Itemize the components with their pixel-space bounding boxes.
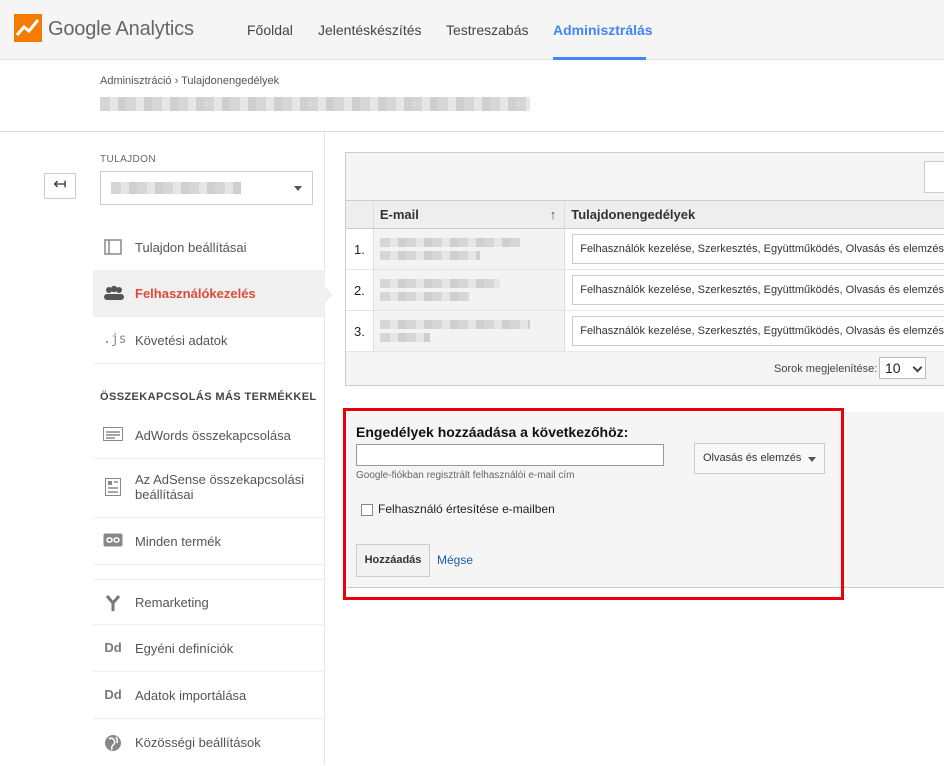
dd-icon: Dd — [104, 687, 122, 702]
adwords-icon — [103, 427, 123, 445]
email-hint: Google-fiókban regisztrált felhasználói … — [356, 470, 575, 481]
top-bar: Google Analytics Főoldal Jelentéskészíté… — [0, 0, 944, 60]
page-header: Adminisztráció › Tulajdonengedélyek — [0, 61, 944, 132]
sidebar-item-label: Adatok importálása — [135, 688, 247, 703]
adsense-icon — [103, 478, 123, 496]
cancel-link[interactable]: Mégse — [437, 553, 473, 567]
sidebar-item-property-settings[interactable]: Tulajdon beállításai — [93, 225, 325, 271]
redacted-email — [379, 320, 530, 329]
nav-adminisztralas[interactable]: Adminisztrálás — [553, 0, 653, 60]
property-section-label: TULAJDON — [100, 154, 156, 165]
sidebar-item-label: Követési adatok — [135, 333, 228, 348]
link-icon — [103, 533, 123, 551]
row-number: 2. — [346, 269, 374, 311]
permission-level-select[interactable]: Olvasás és elemzés — [694, 443, 825, 474]
column-header-number — [346, 200, 374, 229]
chevron-down-icon — [912, 362, 923, 373]
notify-user-label[interactable]: Felhasználó értesítése e-mailben — [378, 502, 555, 516]
breadcrumb[interactable]: Adminisztráció › Tulajdonengedélyek — [100, 75, 279, 87]
rows-per-page-select[interactable]: 10 — [879, 357, 926, 379]
sidebar-item-user-management[interactable]: Felhasználókezelés — [93, 271, 333, 317]
rows-per-page-value: 10 — [885, 360, 901, 376]
sidebar-item-adwords[interactable]: AdWords összekapcsolása — [93, 413, 325, 459]
brand-name[interactable]: Google Analytics — [48, 18, 194, 41]
dd-icon: Dd — [104, 640, 122, 655]
redacted-email — [379, 251, 480, 260]
permission-level-value: Olvasás és elemzés — [703, 452, 802, 464]
sidebar-item-social-settings[interactable]: Közösségi beállítások — [93, 720, 325, 766]
add-button[interactable]: Hozzáadás — [356, 544, 430, 577]
redacted-email-cell — [372, 310, 566, 352]
table-header-row: E-mail ↑ Tulajdonengedélyek — [346, 200, 944, 229]
search-input[interactable] — [924, 161, 944, 193]
nav-fooldal[interactable]: Főoldal — [247, 0, 293, 60]
redacted-email-cell — [372, 269, 566, 311]
sidebar-item-label: Felhasználókezelés — [135, 286, 256, 301]
sidebar-item-custom-definitions[interactable]: Dd Egyéni definíciók — [93, 626, 325, 672]
globe-icon — [103, 734, 123, 752]
redacted-email-cell — [372, 228, 566, 270]
permissions-field[interactable]: Felhasználók kezelése, Szerkesztés, Együ… — [572, 275, 944, 305]
sidebar-item-label: Egyéni definíciók — [135, 641, 234, 656]
back-arrow-icon: ↤ — [53, 176, 67, 193]
add-permissions-title: Engedélyek hozzáadása a következőhöz: — [356, 424, 629, 440]
users-table: E-mail ↑ Tulajdonengedélyek 1. Felhaszná… — [346, 200, 944, 352]
chevron-down-icon — [808, 457, 816, 462]
table-row: 2. Felhasználók kezelése, Szerkesztés, E… — [346, 269, 944, 311]
redacted-property-name — [111, 182, 241, 194]
admin-sidebar: TULAJDON Tulajdon beállításai Felhasznál… — [93, 132, 333, 766]
window-icon — [103, 239, 123, 257]
row-number: 3. — [346, 310, 374, 352]
table-row: 1. Felhasználók kezelése, Szerkesztés, E… — [346, 228, 944, 270]
nav-testreszabas[interactable]: Testreszabás — [446, 0, 528, 60]
sidebar-item-label: AdWords összekapcsolása — [135, 428, 291, 443]
email-field[interactable] — [356, 444, 664, 466]
permissions-field[interactable]: Felhasználók kezelése, Szerkesztés, Együ… — [572, 234, 944, 264]
sidebar-item-data-import[interactable]: Dd Adatok importálása — [93, 673, 325, 719]
sidebar-item-label: Minden termék — [135, 534, 221, 549]
row-number: 1. — [346, 228, 374, 270]
redacted-email — [379, 279, 500, 288]
sidebar-item-label: Közösségi beállítások — [135, 735, 261, 750]
column-header-label: E-mail — [379, 207, 419, 222]
users-icon — [103, 285, 124, 303]
sidebar-item-label: Remarketing — [135, 595, 209, 610]
table-row: 3. Felhasználók kezelése, Szerkesztés, E… — [346, 310, 944, 352]
redacted-account-name — [100, 97, 530, 111]
column-header-email[interactable]: E-mail ↑ — [372, 200, 566, 229]
redacted-email — [379, 292, 470, 301]
chevron-down-icon — [294, 186, 302, 191]
permissions-field[interactable]: Felhasználók kezelése, Szerkesztés, Együ… — [572, 316, 944, 346]
active-indicator — [325, 287, 333, 303]
permissions-cell: Felhasználók kezelése, Szerkesztés, Együ… — [564, 269, 944, 311]
redacted-email — [379, 238, 520, 247]
sidebar-item-label: Tulajdon beállításai — [135, 240, 247, 255]
remarketing-icon — [103, 594, 123, 612]
sort-up-arrow-icon[interactable]: ↑ — [550, 207, 557, 222]
sidebar-item-all-products[interactable]: Minden termék — [93, 519, 325, 565]
property-select[interactable] — [100, 171, 313, 205]
sidebar-item-remarketing[interactable]: Remarketing — [93, 579, 325, 625]
back-arrow-button[interactable]: ↤ — [44, 173, 76, 199]
redacted-email — [379, 333, 430, 342]
analytics-logo-icon[interactable] — [14, 14, 42, 42]
sidebar-item-tracking-info[interactable]: .js Követési adatok — [93, 318, 325, 364]
permissions-cell: Felhasználók kezelése, Szerkesztés, Együ… — [564, 310, 944, 352]
column-header-permissions: Tulajdonengedélyek — [564, 200, 944, 229]
notify-user-checkbox[interactable] — [361, 504, 373, 516]
rows-per-page-label: Sorok megjelenítése: — [774, 363, 878, 375]
sidebar-item-adsense[interactable]: Az AdSense összekapcsolási beállításai — [93, 460, 325, 518]
sidebar-item-label: Az AdSense összekapcsolási beállításai — [135, 472, 305, 502]
connect-section-label: ÖSSZEKAPCSOLÁS MÁS TERMÉKKEL — [100, 391, 317, 403]
users-table-panel: E-mail ↑ Tulajdonengedélyek 1. Felhaszná… — [345, 152, 944, 386]
js-icon: .js — [103, 332, 127, 347]
permissions-cell: Felhasználók kezelése, Szerkesztés, Együ… — [564, 228, 944, 270]
nav-jelenteskeszites[interactable]: Jelentéskészítés — [318, 0, 422, 60]
